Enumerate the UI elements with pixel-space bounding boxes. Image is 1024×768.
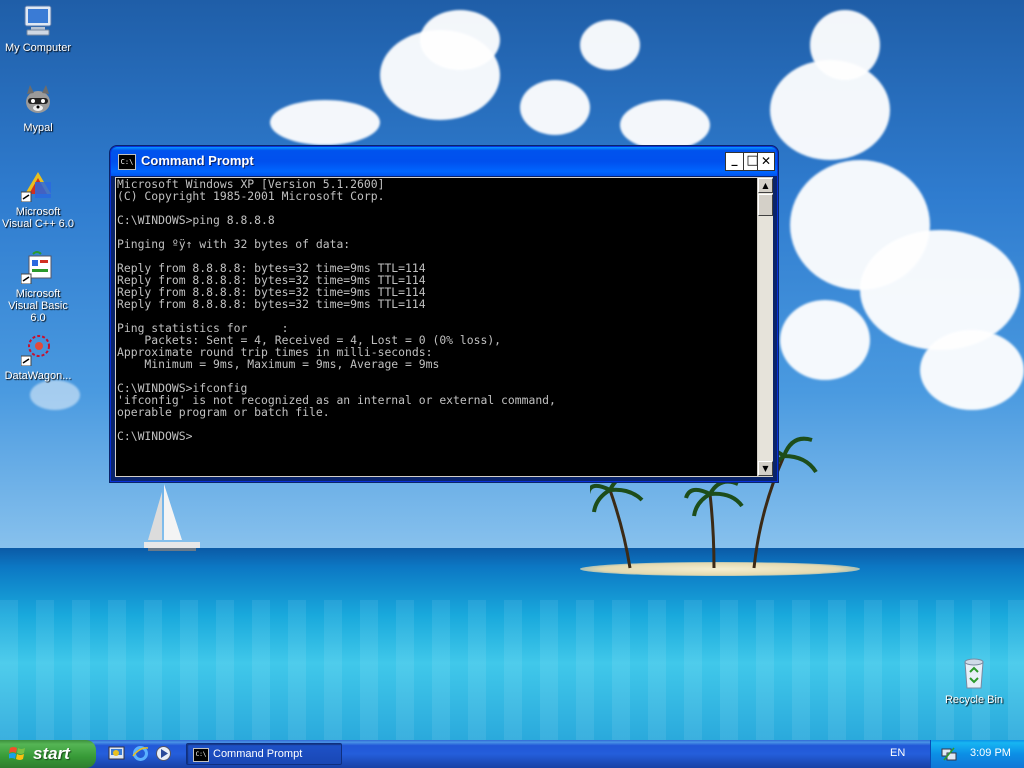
desktop-icon-visual-cpp[interactable]: Microsoft Visual C++ 6.0 (0, 168, 76, 230)
console-text: Microsoft Windows XP [Version 5.1.2600] … (117, 178, 556, 443)
cloud (860, 230, 1020, 350)
desktop-icon-label: Mypal (23, 122, 53, 134)
sea-shimmer (0, 600, 1024, 740)
visual-basic-icon (20, 250, 55, 285)
cloud (920, 330, 1024, 410)
cloud (620, 100, 710, 150)
desktop-icon-datawagon[interactable]: DataWagon... (0, 332, 76, 382)
language-indicator[interactable]: EN (890, 747, 905, 759)
visual-cpp-icon (20, 168, 55, 203)
cloud (780, 300, 870, 380)
minimize-button[interactable]: _ (725, 152, 744, 171)
desktop-icon-label: Microsoft Visual Basic 6.0 (8, 288, 68, 324)
windows-flag-icon (9, 747, 25, 760)
window-title: Command Prompt (141, 153, 254, 168)
show-desktop-icon[interactable] (108, 745, 125, 762)
clock[interactable]: 3:09 PM (970, 747, 1011, 759)
console-output-area[interactable]: Microsoft Windows XP [Version 5.1.2600] … (116, 178, 757, 476)
command-prompt-window[interactable]: C:\ Command Prompt _ □ ✕ Microsoft Windo… (110, 146, 778, 482)
desktop-icon-label: DataWagon... (4, 370, 72, 382)
cloud (810, 10, 880, 80)
recycle-bin-icon (957, 656, 991, 690)
raccoon-icon (21, 84, 55, 118)
network-connection-icon[interactable] (941, 746, 957, 762)
desktop-icon-label: Recycle Bin (944, 694, 1004, 706)
media-player-icon[interactable] (155, 745, 172, 762)
desktop-icon-mypal[interactable]: Mypal (0, 84, 76, 134)
start-label: start (33, 744, 70, 763)
cloud (270, 100, 380, 145)
my-computer-icon (21, 4, 55, 38)
desktop-icon-recycle-bin[interactable]: Recycle Bin (936, 656, 1012, 706)
internet-explorer-icon[interactable] (132, 745, 149, 762)
cloud (420, 10, 500, 70)
console-frame: Microsoft Windows XP [Version 5.1.2600] … (115, 177, 773, 477)
system-tray: 3:09 PM (930, 740, 1024, 768)
window-titlebar[interactable]: C:\ Command Prompt _ □ ✕ (111, 147, 777, 176)
cloud (580, 20, 640, 70)
cloud (30, 380, 80, 410)
taskbar: start C:\ Command Prompt EN 3:09 PM (0, 740, 1024, 768)
datawagon-icon (20, 332, 55, 367)
desktop-icon-my-computer[interactable]: My Computer (0, 4, 76, 54)
console-icon[interactable]: C:\ (118, 154, 136, 170)
vertical-scrollbar[interactable]: ▲ ▼ (758, 178, 773, 476)
desktop-icon-label: My Computer (4, 42, 72, 54)
start-button[interactable]: start (0, 740, 96, 768)
scroll-thumb[interactable] (758, 194, 773, 216)
desktop-icon-visual-basic[interactable]: Microsoft Visual Basic 6.0 (0, 250, 76, 324)
taskbar-button-label: Command Prompt (213, 748, 303, 760)
scroll-down-button[interactable]: ▼ (758, 461, 773, 476)
console-icon: C:\ (193, 748, 209, 762)
taskbar-button-command-prompt[interactable]: C:\ Command Prompt (186, 743, 342, 765)
cloud (520, 80, 590, 135)
sailboat (144, 484, 200, 551)
close-button[interactable]: ✕ (757, 152, 775, 171)
desktop-icon-label: Microsoft Visual C++ 6.0 (2, 206, 74, 230)
scroll-up-button[interactable]: ▲ (758, 178, 773, 193)
